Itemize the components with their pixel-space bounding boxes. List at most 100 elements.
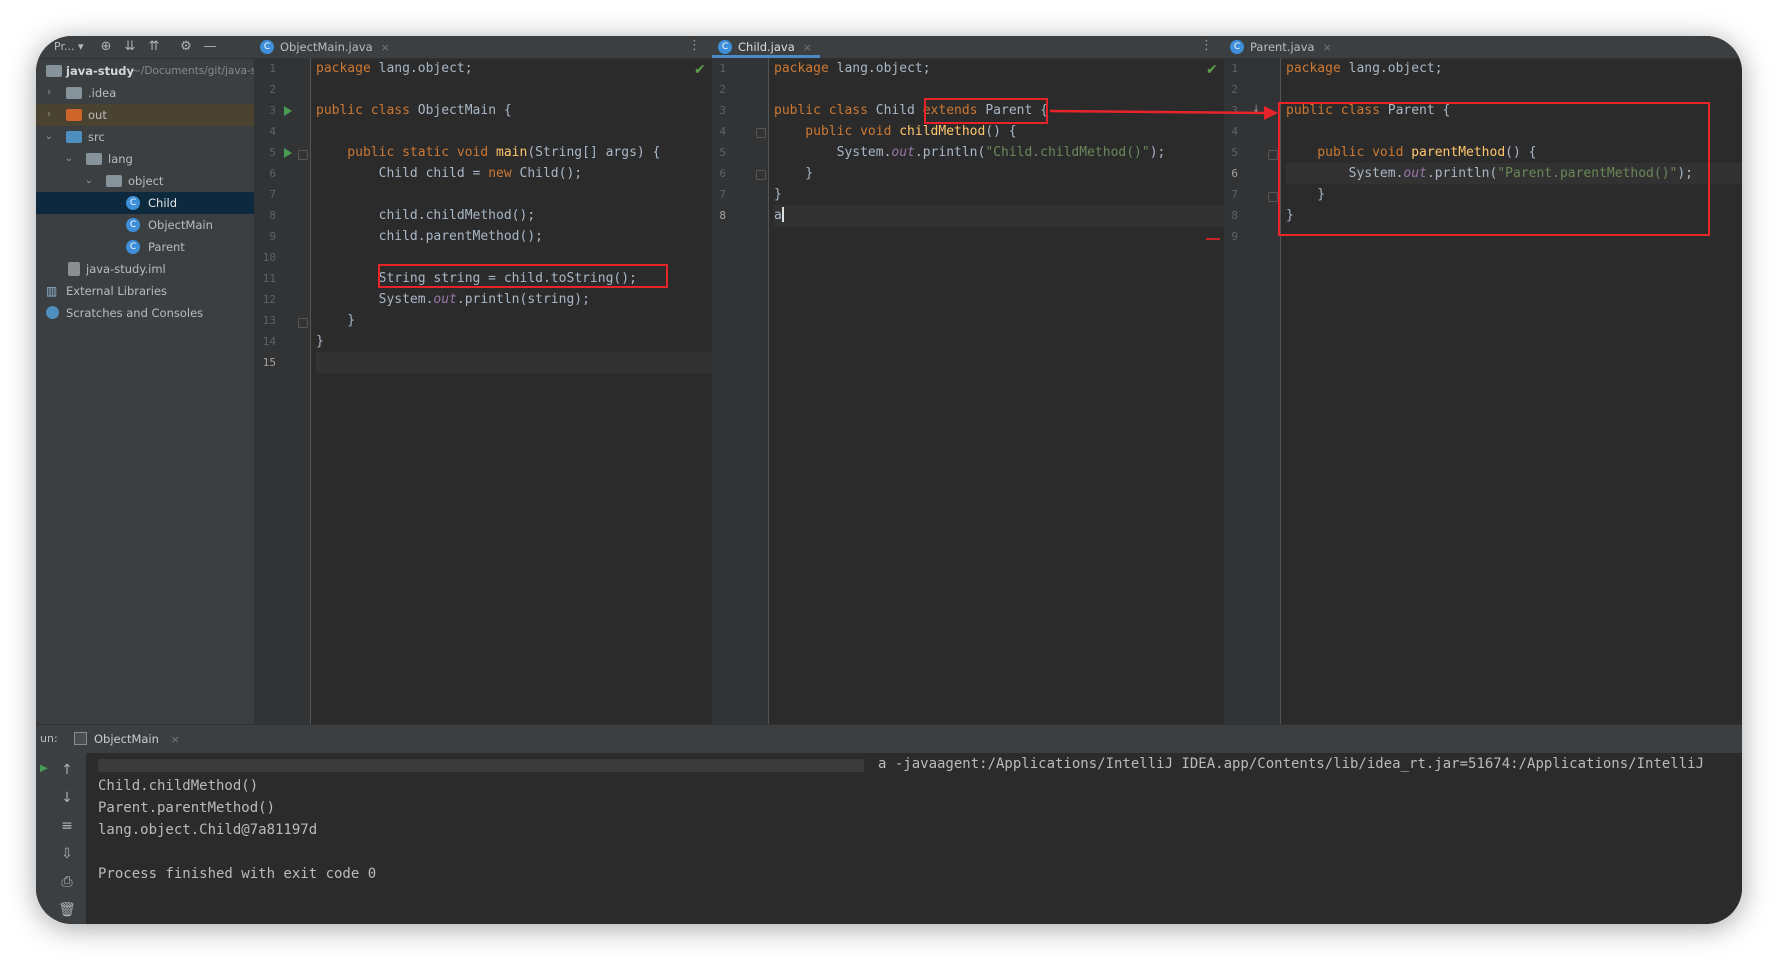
tree-item-label: java-study.iml: [86, 262, 166, 276]
console-line: lang.object.Child@7a81197d: [98, 822, 318, 838]
minimize-icon[interactable]: —: [202, 39, 218, 55]
tree-item-object[interactable]: ⌄ object: [36, 170, 254, 192]
chevron-right-icon[interactable]: ›: [44, 82, 54, 104]
chevron-down-icon[interactable]: ⌄: [64, 148, 74, 170]
code-line: }: [316, 313, 356, 328]
line-number: 3: [269, 104, 276, 117]
run-gutter-icon[interactable]: [284, 148, 292, 158]
line-number: 1: [719, 62, 726, 75]
close-icon[interactable]: ×: [381, 41, 390, 54]
locate-icon[interactable]: ⊕: [98, 39, 114, 55]
tree-item-iml[interactable]: java-study.iml: [36, 258, 254, 280]
fold-icon[interactable]: [756, 170, 766, 180]
package-icon: [106, 175, 122, 187]
code-line: Child child = new Child();: [316, 166, 583, 181]
expand-all-icon[interactable]: ⇊: [122, 39, 138, 55]
editor-parent: C Parent.java × 1 2 3 4 5 6 7 8 9 ↓ packa…: [1224, 36, 1742, 724]
fold-icon[interactable]: [298, 150, 308, 160]
editor-gutter: 1 2 3 4 5 6 7 8 9 10 11 12 13 14 15: [254, 58, 311, 724]
line-number: 8: [269, 209, 276, 222]
tab-parent-java[interactable]: C Parent.java ×: [1224, 36, 1340, 58]
code-line: package lang.object;: [1286, 61, 1443, 76]
highlight-extends-box: [924, 98, 1048, 124]
fold-icon[interactable]: [1268, 150, 1278, 160]
line-number: 7: [719, 188, 726, 201]
soft-wrap-icon[interactable]: ≡: [58, 817, 76, 835]
run-tab-objectmain[interactable]: ObjectMain ×: [72, 725, 180, 753]
close-icon[interactable]: ×: [803, 41, 812, 54]
line-number: 8: [719, 209, 726, 222]
code-area[interactable]: package lang.object; public class Object…: [316, 58, 712, 724]
code-line: public void childMethod() {: [774, 124, 1017, 139]
editor-objectmain: C ObjectMain.java × ⋮ 1 2 3 4 5 6 7 8 9 1…: [254, 36, 712, 724]
implemented-icon[interactable]: ↓: [1252, 104, 1260, 115]
more-icon[interactable]: ⋮: [688, 38, 701, 53]
gear-icon[interactable]: ⚙: [178, 39, 194, 55]
fold-icon[interactable]: [1268, 192, 1278, 202]
line-number: 5: [719, 146, 726, 159]
line-number: 2: [719, 83, 726, 96]
print-icon[interactable]: ⎙: [58, 873, 76, 891]
text-caret: [781, 207, 784, 222]
scroll-to-end-icon[interactable]: ⇩: [58, 845, 76, 863]
line-number: 9: [1231, 230, 1238, 243]
console-line: Parent.parentMethod(): [98, 800, 276, 816]
close-icon[interactable]: ×: [171, 733, 180, 746]
console-output[interactable]: a -javaagent:/Applications/IntelliJ IDEA…: [98, 753, 1742, 924]
code-line: System.out.println("Child.childMethod()"…: [774, 145, 1166, 160]
more-icon[interactable]: ⋮: [1200, 38, 1213, 53]
run-config-icon: [74, 732, 87, 745]
line-number: 8: [1231, 209, 1238, 222]
tree-item-label: Parent: [148, 240, 185, 254]
chevron-right-icon[interactable]: ›: [44, 104, 54, 126]
fold-icon[interactable]: [298, 318, 308, 328]
line-number: 6: [1231, 167, 1238, 180]
tree-item-idea[interactable]: › .idea: [36, 82, 254, 104]
tree-item-src[interactable]: ⌄ src: [36, 126, 254, 148]
editor-tabbar: C ObjectMain.java × ⋮: [254, 36, 712, 59]
trash-icon[interactable]: 🗑: [58, 901, 76, 919]
tree-item-child[interactable]: C Child: [36, 192, 254, 214]
tree-item-java-study[interactable]: java-study ~/Documents/git/java-study: [36, 60, 280, 82]
chevron-down-icon[interactable]: ⌄: [84, 170, 94, 192]
class-icon: C: [126, 218, 140, 232]
tab-child-java[interactable]: C Child.java ×: [712, 36, 820, 58]
project-toolbar: Pr... ▾ ⊕ ⇊ ⇈ ⚙ —: [36, 36, 254, 59]
tab-objectmain-java[interactable]: C ObjectMain.java ×: [254, 36, 398, 58]
editor-tabbar: C Child.java × ⋮: [712, 36, 1224, 59]
code-line-current: [316, 352, 712, 373]
tree-item-out[interactable]: › out: [36, 104, 254, 126]
line-number: 3: [1231, 104, 1238, 117]
chevron-down-icon[interactable]: ⌄: [44, 126, 54, 148]
tree-item-lang[interactable]: ⌄ lang: [36, 148, 254, 170]
console-line-exit: Process finished with exit code 0: [98, 866, 377, 882]
line-number: 13: [262, 314, 276, 327]
code-line: public class ObjectMain {: [316, 103, 512, 118]
editor-tabbar: C Parent.java ×: [1224, 36, 1742, 59]
tree-item-label: src: [88, 130, 105, 144]
code-line: child.childMethod();: [316, 208, 536, 223]
tree-item-scratches[interactable]: Scratches and Consoles: [36, 302, 254, 324]
folder-icon: [66, 87, 82, 99]
code-area[interactable]: package lang.object; public class Child …: [774, 58, 1224, 724]
line-number: 14: [262, 335, 276, 348]
line-number: 5: [269, 146, 276, 159]
line-number: 7: [1231, 188, 1238, 201]
arrow-down-icon[interactable]: ↓: [58, 789, 76, 807]
rerun-icon[interactable]: ▶: [40, 763, 50, 774]
project-view-selector[interactable]: Pr... ▾: [54, 40, 83, 53]
tree-item-parent[interactable]: C Parent: [36, 236, 254, 258]
tree-item-objectmain[interactable]: C ObjectMain: [36, 214, 254, 236]
console-command-line: a -javaagent:/Applications/IntelliJ IDEA…: [878, 756, 1705, 772]
fold-icon[interactable]: [756, 128, 766, 138]
close-icon[interactable]: ×: [1323, 41, 1332, 54]
highlight-parent-class-box: [1278, 102, 1710, 236]
tree-item-external-libraries[interactable]: ▥ External Libraries: [36, 280, 254, 302]
check-icon: ✔: [694, 62, 706, 78]
excluded-folder-icon: [66, 109, 82, 121]
tree-item-label: Child: [148, 196, 178, 210]
class-icon: C: [718, 40, 732, 54]
collapse-all-icon[interactable]: ⇈: [146, 39, 162, 55]
run-gutter-icon[interactable]: [284, 106, 292, 116]
arrow-up-icon[interactable]: ↑: [58, 761, 76, 779]
